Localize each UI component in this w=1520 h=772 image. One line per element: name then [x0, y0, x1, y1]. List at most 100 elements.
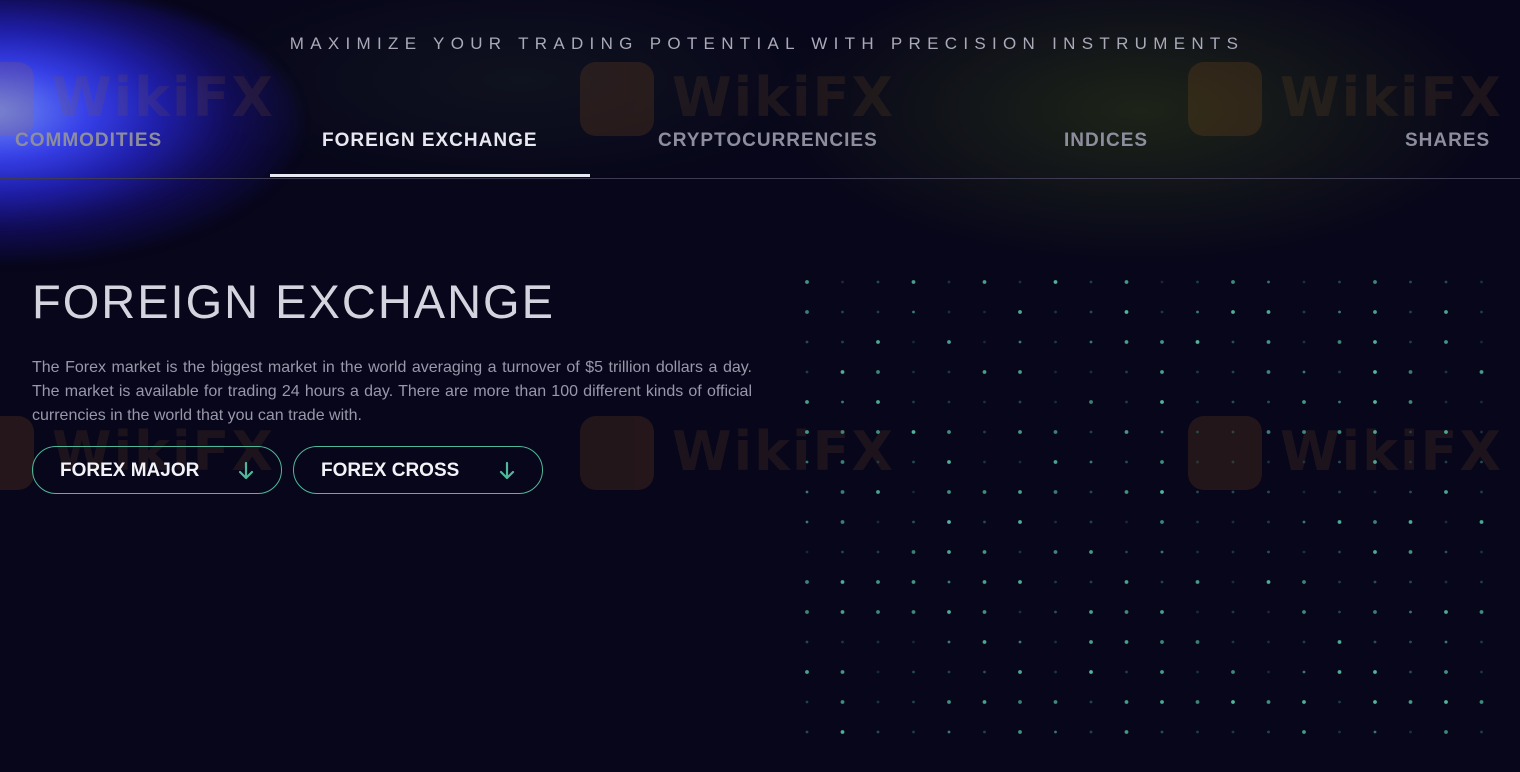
grid-dot — [1053, 460, 1058, 464]
section-description: The Forex market is the biggest market i… — [32, 359, 752, 424]
grid-dot — [1338, 370, 1341, 374]
grid-dot — [1373, 730, 1377, 734]
grid-dot — [1160, 310, 1164, 314]
grid-dot — [1018, 310, 1022, 314]
grid-dot — [1160, 400, 1164, 404]
grid-dot — [1337, 430, 1342, 434]
tab-foreign-exchange[interactable]: FOREIGN EXCHANGE — [322, 130, 538, 152]
grid-dot — [1231, 580, 1235, 584]
grid-dot — [805, 310, 809, 314]
grid-dot — [1267, 610, 1270, 614]
grid-dot — [1479, 610, 1484, 614]
tab-commodities[interactable]: COMMODITIES — [15, 130, 162, 152]
grid-dot — [1160, 520, 1164, 524]
grid-dot — [1338, 400, 1341, 404]
grid-dot — [1160, 610, 1164, 614]
grid-dot — [1054, 670, 1057, 674]
grid-dot — [982, 280, 987, 284]
grid-dot — [982, 700, 987, 704]
grid-dot — [1302, 640, 1306, 644]
grid-dot — [840, 460, 845, 464]
grid-dot — [947, 340, 951, 344]
grid-dot — [876, 550, 880, 554]
grid-dot — [1196, 610, 1199, 614]
grid-dot — [1444, 730, 1448, 734]
grid-dot — [947, 520, 951, 524]
grid-dot — [805, 640, 809, 644]
grid-dot — [982, 580, 987, 584]
tab-indices[interactable]: INDICES — [1064, 130, 1148, 152]
grid-dot — [911, 550, 916, 554]
grid-dot — [1337, 670, 1342, 674]
grid-dot — [1302, 550, 1306, 554]
grid-dot — [805, 340, 809, 344]
grid-dot — [1444, 400, 1448, 404]
grid-dot — [1302, 280, 1306, 284]
grid-dot — [1302, 580, 1306, 584]
grid-dot — [805, 490, 809, 494]
grid-dot — [1408, 550, 1413, 554]
tab-shares[interactable]: SHARES — [1405, 130, 1490, 152]
grid-dot — [840, 490, 845, 494]
grid-dot — [1373, 580, 1377, 584]
grid-dot — [912, 460, 915, 464]
grid-dot — [1479, 370, 1484, 374]
grid-dot — [947, 430, 951, 434]
grid-dot — [1266, 340, 1271, 344]
grid-dot — [1089, 490, 1093, 494]
grid-dot — [1125, 550, 1128, 554]
tab-cryptocurrencies[interactable]: CRYPTOCURRENCIES — [658, 130, 878, 152]
grid-dot — [1231, 460, 1235, 464]
grid-dot — [1160, 640, 1164, 644]
grid-dot — [1267, 550, 1270, 554]
grid-dot — [947, 310, 951, 314]
grid-dot — [841, 550, 844, 554]
grid-dot — [1231, 550, 1235, 554]
grid-dot — [1196, 670, 1199, 674]
grid-dot — [1480, 730, 1483, 734]
grid-dot — [1231, 430, 1235, 434]
grid-dot — [1267, 460, 1270, 464]
grid-dot — [1373, 370, 1377, 374]
grid-dot — [1231, 640, 1235, 644]
grid-dot — [1231, 400, 1235, 404]
grid-dot — [1338, 610, 1341, 614]
grid-dot — [1089, 430, 1093, 434]
grid-dot — [1444, 340, 1448, 344]
grid-dot — [876, 490, 880, 494]
grid-dot — [805, 580, 809, 584]
grid-dot — [1124, 430, 1129, 434]
grid-dot — [1444, 460, 1448, 464]
grid-dot — [1196, 370, 1199, 374]
grid-dot — [912, 520, 915, 524]
grid-dot — [1160, 580, 1164, 584]
forex-cross-button[interactable]: FOREX CROSS — [293, 446, 543, 494]
grid-dot — [1409, 640, 1412, 644]
grid-dot — [1160, 370, 1164, 374]
grid-dot — [840, 610, 845, 614]
grid-dot — [1409, 610, 1412, 614]
grid-dot — [982, 640, 987, 644]
grid-dot — [805, 730, 809, 734]
grid-dot — [1409, 280, 1412, 284]
grid-dot — [1231, 490, 1235, 494]
grid-dot — [1053, 700, 1058, 704]
grid-dot — [1196, 490, 1199, 494]
grid-dot — [1054, 610, 1057, 614]
grid-dot — [1018, 640, 1022, 644]
arrow-down-icon — [238, 461, 254, 480]
grid-dot — [1124, 490, 1129, 494]
grid-dot — [947, 550, 951, 554]
grid-dot — [1444, 670, 1448, 674]
grid-dot — [912, 700, 915, 704]
grid-dot — [911, 610, 916, 614]
grid-dot — [876, 640, 880, 644]
grid-dot — [1338, 700, 1341, 704]
grid-dot — [1409, 340, 1412, 344]
grid-dot — [947, 670, 951, 674]
grid-dot — [1089, 280, 1093, 284]
grid-dot — [1444, 310, 1448, 314]
forex-major-button[interactable]: FOREX MAJOR — [32, 446, 282, 494]
grid-dot — [1480, 670, 1483, 674]
grid-dot — [1373, 340, 1377, 344]
